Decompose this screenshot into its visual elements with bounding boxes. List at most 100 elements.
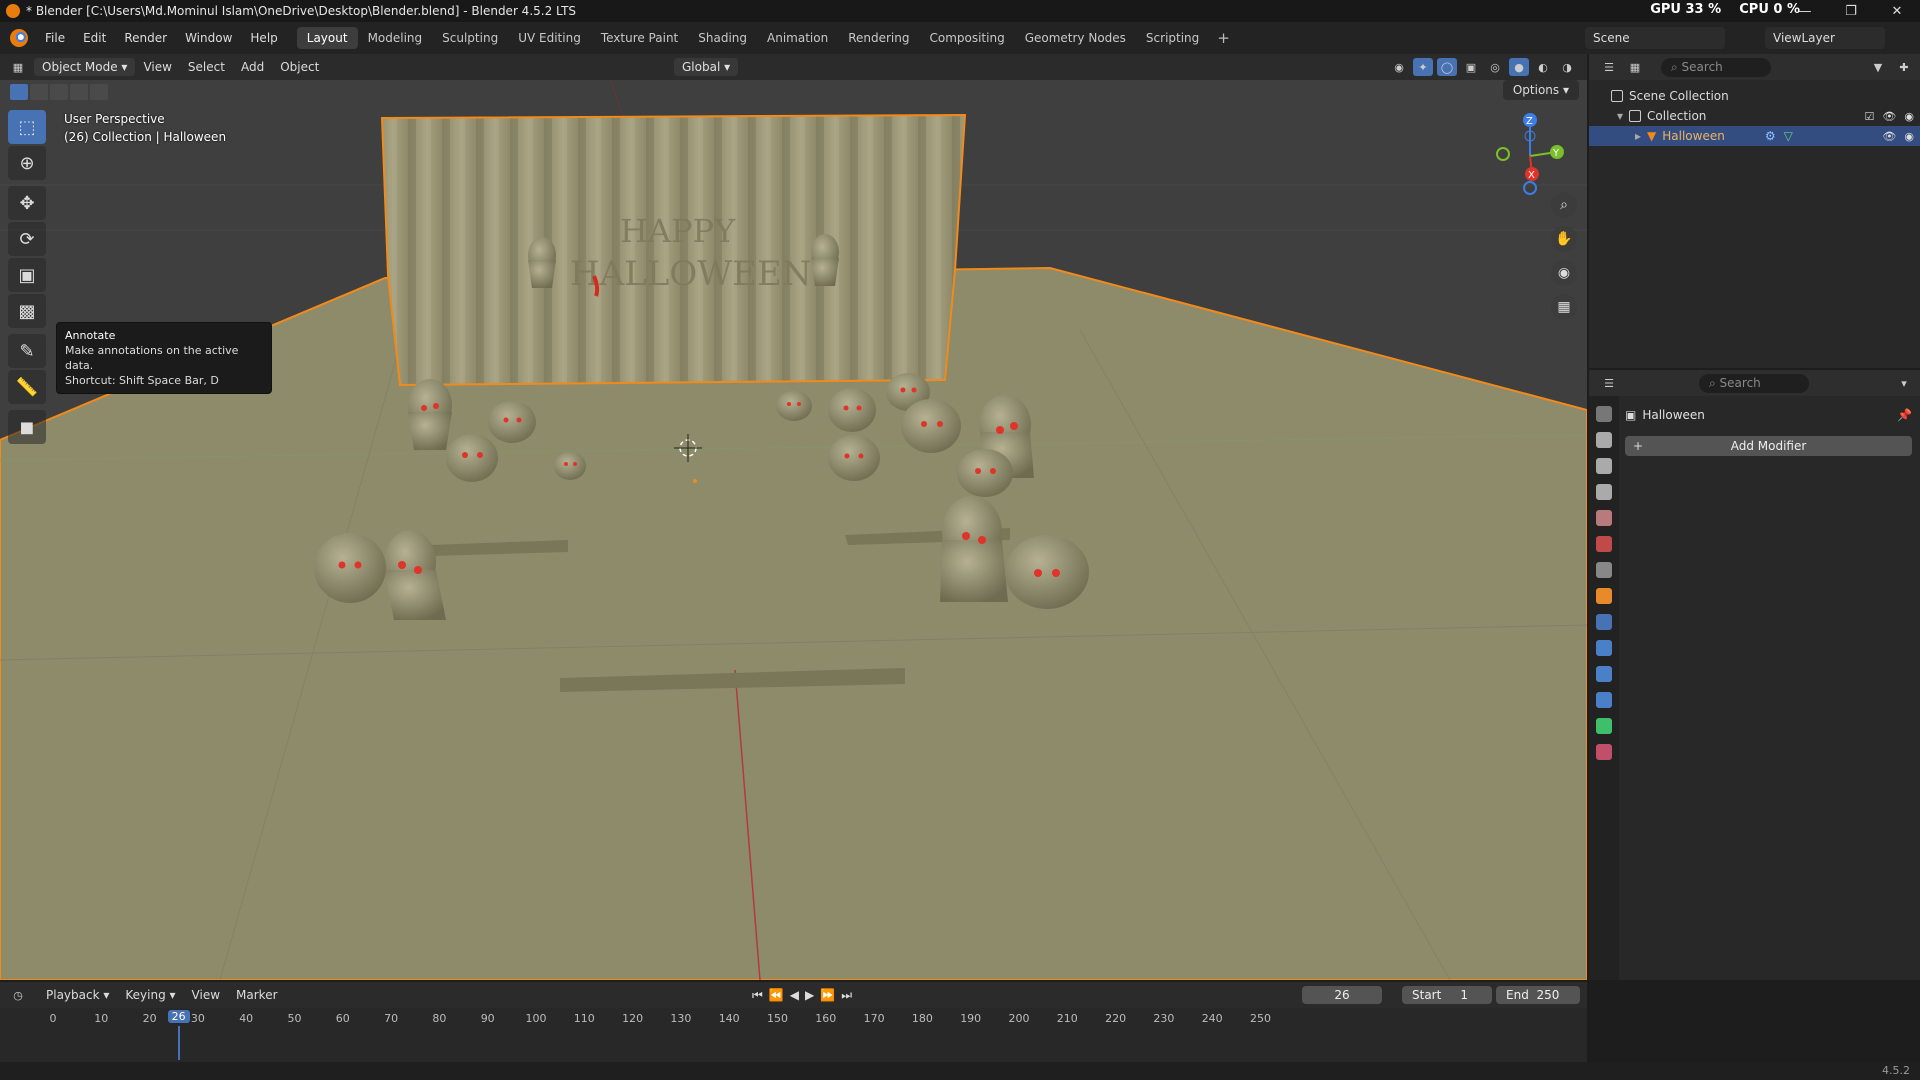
timeline-menu-playback[interactable]: Playback ▾ [38,988,117,1002]
close-icon[interactable]: ✕ [1874,0,1920,22]
object-render-icon[interactable]: ◉ [1904,130,1914,143]
measure-tool[interactable]: 📏 [8,370,46,404]
timeline-editor-type-icon[interactable]: ◷ [8,986,28,1004]
current-frame-field[interactable]: 26 [1302,986,1382,1004]
jump-start-icon[interactable]: ⏮ [752,988,763,1003]
visibility-icon[interactable]: ◉ [1389,58,1409,76]
start-frame-field[interactable]: Start 1 [1402,986,1492,1004]
material-tab-icon[interactable] [1596,744,1612,760]
properties-options-icon[interactable]: ▾ [1894,374,1914,392]
mode-dropdown[interactable]: Object Mode ▾ [34,58,136,76]
zoom-icon[interactable]: ⌕ [1551,192,1577,218]
tool-tab-icon[interactable] [1596,406,1612,422]
options-dropdown[interactable]: Options ▾ [1502,80,1579,100]
add-workspace-button[interactable]: + [1209,29,1238,47]
viewport-menu-add[interactable]: Add [233,60,272,74]
tab-modeling[interactable]: Modeling [358,27,433,49]
timeline-menu-view[interactable]: View [184,988,228,1002]
tab-sculpting[interactable]: Sculpting [432,27,508,49]
gizmo-toggle-icon[interactable]: ✦ [1413,58,1433,76]
select-box-tool[interactable]: ⬚ [8,110,46,144]
collection-tab-icon[interactable] [1596,562,1612,578]
play-reverse-icon[interactable]: ◀ [790,988,799,1003]
orientation-dropdown[interactable]: Global ▾ [674,58,739,76]
prev-keyframe-icon[interactable]: ⏪ [769,988,784,1003]
collection-visibility-icon[interactable]: 👁 [1882,110,1896,123]
constraints-tab-icon[interactable] [1596,692,1612,708]
current-frame-indicator[interactable]: 26 [167,1010,190,1023]
pan-hand-icon[interactable]: ✋ [1551,226,1577,252]
playhead-line[interactable] [177,1026,180,1060]
menu-window[interactable]: Window [176,31,241,45]
transform-tool[interactable]: ▩ [8,294,46,328]
modifier-tab-icon[interactable] [1596,614,1612,630]
collection-checkbox-icon[interactable]: ☑ [1865,110,1875,123]
menu-help[interactable]: Help [241,31,286,45]
minimize-icon[interactable]: — [1782,0,1828,22]
rotate-tool[interactable]: ⟳ [8,222,46,256]
collection-render-icon[interactable]: ◉ [1904,110,1914,123]
tab-uv-editing[interactable]: UV Editing [508,27,591,49]
tab-geometry-nodes[interactable]: Geometry Nodes [1015,27,1136,49]
tab-layout[interactable]: Layout [296,27,358,49]
object-tab-icon[interactable] [1596,588,1612,604]
jump-end-icon[interactable]: ⏭ [841,988,852,1003]
properties-editor-type-icon[interactable]: ☰ [1599,374,1619,392]
viewport-menu-object[interactable]: Object [272,60,327,74]
outliner-editor-type-icon[interactable]: ☰ [1599,58,1619,76]
select-intersect-icon[interactable] [90,84,108,100]
scene-tab-icon[interactable] [1596,510,1612,526]
xray-icon[interactable]: ▣ [1461,58,1481,76]
timeline-menu-marker[interactable]: Marker [228,988,285,1002]
end-frame-field[interactable]: End 250 [1496,986,1580,1004]
viewport-menu-select[interactable]: Select [180,60,233,74]
view-layer-selector[interactable]: ViewLayer [1765,27,1885,49]
solid-shading-icon[interactable]: ● [1509,58,1529,76]
annotate-tool[interactable]: ✎ [8,334,46,368]
menu-edit[interactable]: Edit [74,31,115,45]
world-tab-icon[interactable] [1596,536,1612,552]
tab-scripting[interactable]: Scripting [1136,27,1209,49]
properties-search-input[interactable]: ⌕ Search [1699,373,1809,393]
timeline-ruler[interactable]: 0 10 20 30 40 50 60 70 80 90 100 110 120 130 140 150 160… [0,1008,1587,1062]
menu-file[interactable]: File [36,31,74,45]
rendered-shading-icon[interactable]: ◑ [1557,58,1577,76]
blender-logo-icon[interactable] [10,29,28,47]
menu-render[interactable]: Render [115,31,176,45]
editor-type-icon[interactable]: ▦ [8,58,28,76]
outliner-scene-collection[interactable]: Scene Collection [1589,86,1920,106]
move-tool[interactable]: ✥ [8,186,46,220]
camera-view-icon[interactable]: ◉ [1551,260,1577,286]
new-collection-icon[interactable]: ✚ [1894,58,1914,76]
play-icon[interactable]: ▶ [805,988,814,1003]
display-mode-icon[interactable]: ▦ [1625,58,1645,76]
maximize-icon[interactable]: ❐ [1828,0,1874,22]
wireframe-shading-icon[interactable]: ◎ [1485,58,1505,76]
particles-tab-icon[interactable] [1596,640,1612,656]
outliner-search-input[interactable]: ⌕ Search [1661,57,1771,77]
next-keyframe-icon[interactable]: ⏩ [820,988,835,1003]
select-invert-icon[interactable] [70,84,88,100]
outliner-collection[interactable]: ▾ Collection ☑ 👁 ◉ [1589,106,1920,126]
render-tab-icon[interactable] [1596,432,1612,448]
view-layer-tab-icon[interactable] [1596,484,1612,500]
tab-rendering[interactable]: Rendering [838,27,919,49]
tab-shading[interactable]: Shading [688,27,757,49]
tab-texture-paint[interactable]: Texture Paint [591,27,688,49]
data-tab-icon[interactable] [1596,718,1612,734]
add-modifier-button[interactable]: + Add Modifier [1625,436,1912,456]
scale-tool[interactable]: ▣ [8,258,46,292]
scene-selector[interactable]: Scene [1585,27,1725,49]
pin-icon[interactable]: 📌 [1897,408,1912,422]
material-shading-icon[interactable]: ◐ [1533,58,1553,76]
tab-animation[interactable]: Animation [757,27,838,49]
expand-collection-icon[interactable]: ▾ [1617,109,1623,123]
select-new-icon[interactable] [10,84,28,100]
expand-object-icon[interactable]: ▸ [1635,129,1641,143]
timeline-menu-keying[interactable]: Keying ▾ [117,988,183,1002]
viewport-menu-view[interactable]: View [135,60,179,74]
physics-tab-icon[interactable] [1596,666,1612,682]
select-extend-icon[interactable] [30,84,48,100]
overlay-toggle-icon[interactable]: ◯ [1437,58,1457,76]
select-subtract-icon[interactable] [50,84,68,100]
